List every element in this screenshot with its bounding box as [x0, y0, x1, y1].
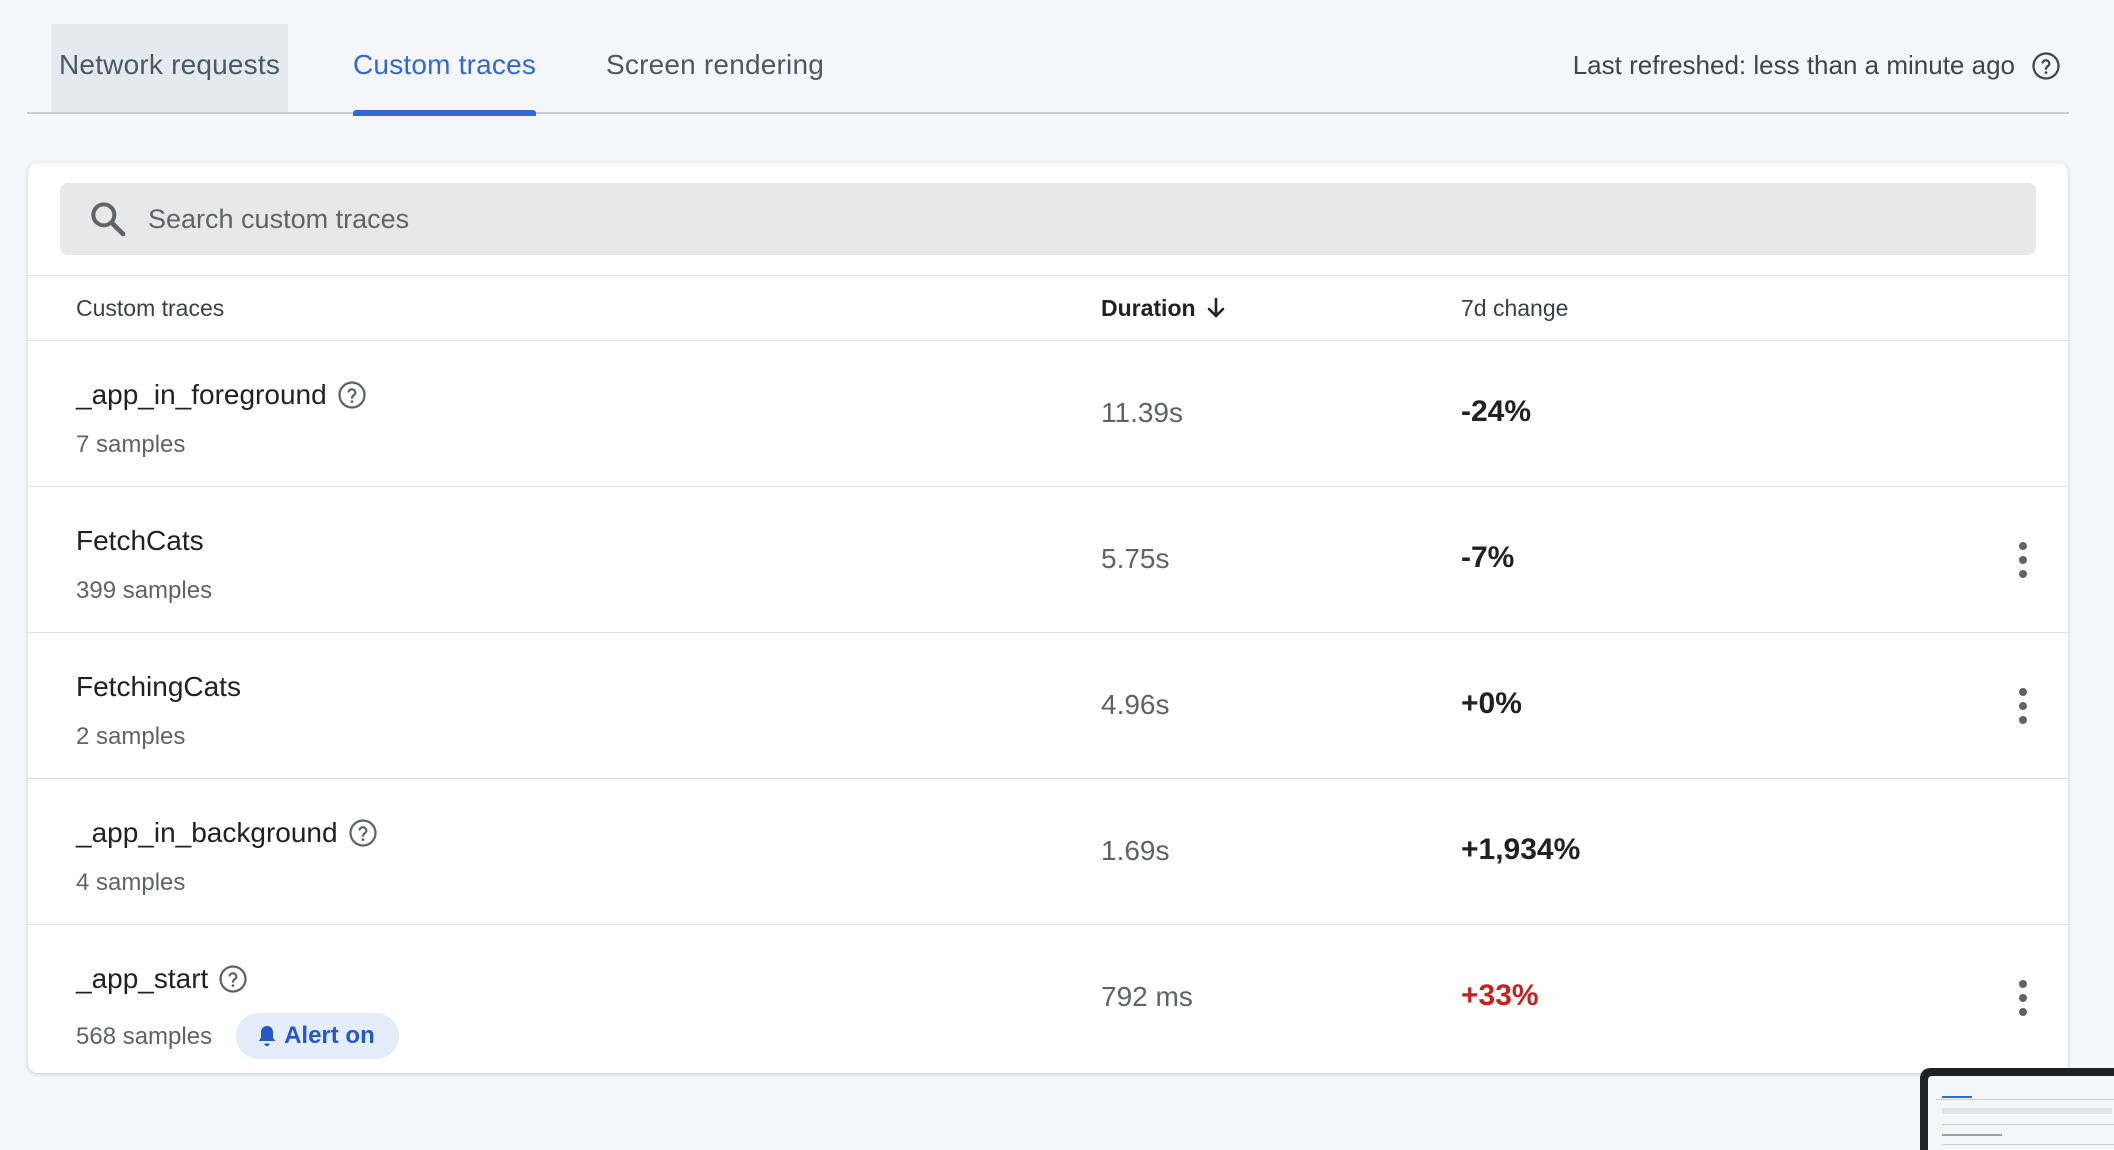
custom-traces-card: Custom traces Duration 7d change _app_in…	[28, 163, 2068, 1073]
trace-name-label: FetchCats	[76, 525, 204, 556]
duration-value: 4.96s	[1101, 689, 1170, 720]
trace-name-label: _app_in_background	[76, 817, 338, 848]
thumbnail-image	[1928, 1076, 2114, 1150]
tab-network-requests[interactable]: Network requests	[51, 24, 289, 112]
change-value: -7%	[1461, 541, 1515, 574]
trace-name[interactable]: FetchCats	[76, 525, 204, 557]
help-circle-icon[interactable]	[337, 380, 367, 410]
tab-screen-rendering[interactable]: Screen rendering	[598, 24, 832, 112]
alert-on-badge[interactable]: Alert on	[236, 1013, 399, 1059]
more-vert-icon[interactable]	[2003, 683, 2043, 729]
sample-count: 399 samples	[76, 577, 212, 605]
change-value: +1,934%	[1461, 833, 1581, 866]
sample-count: 568 samples Alert on	[76, 1013, 399, 1059]
sample-count: 2 samples	[76, 723, 185, 751]
change-value: -24%	[1461, 395, 1532, 428]
trace-name[interactable]: FetchingCats	[76, 671, 241, 703]
table-row[interactable]: _app_in_foreground 7 samples 11.39s -24%	[28, 341, 2068, 487]
help-icon[interactable]	[2031, 51, 2061, 81]
column-header-duration-label: Duration	[1101, 294, 1196, 321]
trace-name-label: _app_start	[76, 963, 209, 994]
sample-count-text: 399 samples	[76, 577, 213, 604]
tab-custom-traces[interactable]: Custom traces	[345, 24, 544, 116]
more-vert-icon[interactable]	[2003, 975, 2043, 1021]
tab-label: Screen rendering	[606, 49, 824, 80]
sample-count-text: 568 samples	[76, 1023, 213, 1050]
search-icon	[91, 202, 126, 237]
alert-on-label: Alert on	[284, 1022, 375, 1049]
table-header: Custom traces Duration 7d change	[28, 275, 2068, 341]
trace-name-label: FetchingCats	[76, 671, 241, 702]
trace-name[interactable]: _app_in_foreground	[76, 379, 367, 411]
sample-count: 7 samples	[76, 431, 185, 459]
table-row[interactable]: _app_start 568 samples Alert on 792 ms +…	[28, 925, 2068, 1071]
duration-value: 1.69s	[1101, 835, 1170, 866]
sample-count-text: 4 samples	[76, 869, 186, 896]
duration-value: 11.39s	[1101, 397, 1183, 428]
change-value: +33%	[1461, 979, 1539, 1012]
sample-count-text: 2 samples	[76, 723, 186, 750]
change-value: +0%	[1461, 687, 1522, 720]
tab-label: Custom traces	[353, 49, 537, 80]
sample-count-text: 7 samples	[76, 431, 186, 458]
bell-icon	[258, 1026, 276, 1047]
trace-name-label: _app_in_foreground	[76, 379, 327, 410]
help-circle-icon[interactable]	[218, 964, 248, 994]
column-header-name[interactable]: Custom traces	[76, 276, 224, 340]
tab-label: Network requests	[59, 49, 281, 80]
search-input[interactable]	[148, 203, 1948, 235]
column-header-duration[interactable]: Duration	[1101, 276, 1226, 340]
help-circle-icon[interactable]	[348, 818, 378, 848]
trace-name[interactable]: _app_in_background	[76, 817, 378, 849]
search-bar[interactable]	[60, 183, 2036, 255]
duration-value: 5.75s	[1101, 543, 1170, 574]
arrow-down-icon	[1207, 297, 1224, 318]
table-row[interactable]: FetchingCats 2 samples 4.96s +0%	[28, 633, 2068, 779]
last-refreshed: Last refreshed: less than a minute ago	[1573, 50, 2061, 81]
more-vert-icon[interactable]	[2003, 537, 2043, 583]
tab-bar: Network requests Custom traces Screen re…	[27, 0, 2069, 116]
duration-value: 792 ms	[1101, 981, 1193, 1012]
last-refreshed-text: Last refreshed: less than a minute ago	[1572, 50, 2015, 80]
screenshot-thumbnail[interactable]	[1920, 1068, 2114, 1150]
sample-count: 4 samples	[76, 869, 185, 897]
table-row[interactable]: FetchCats 399 samples 5.75s -7%	[28, 487, 2068, 633]
trace-name[interactable]: _app_start	[76, 963, 248, 995]
table-row[interactable]: _app_in_background 4 samples 1.69s +1,93…	[28, 779, 2068, 925]
column-header-change[interactable]: 7d change	[1461, 276, 1568, 340]
